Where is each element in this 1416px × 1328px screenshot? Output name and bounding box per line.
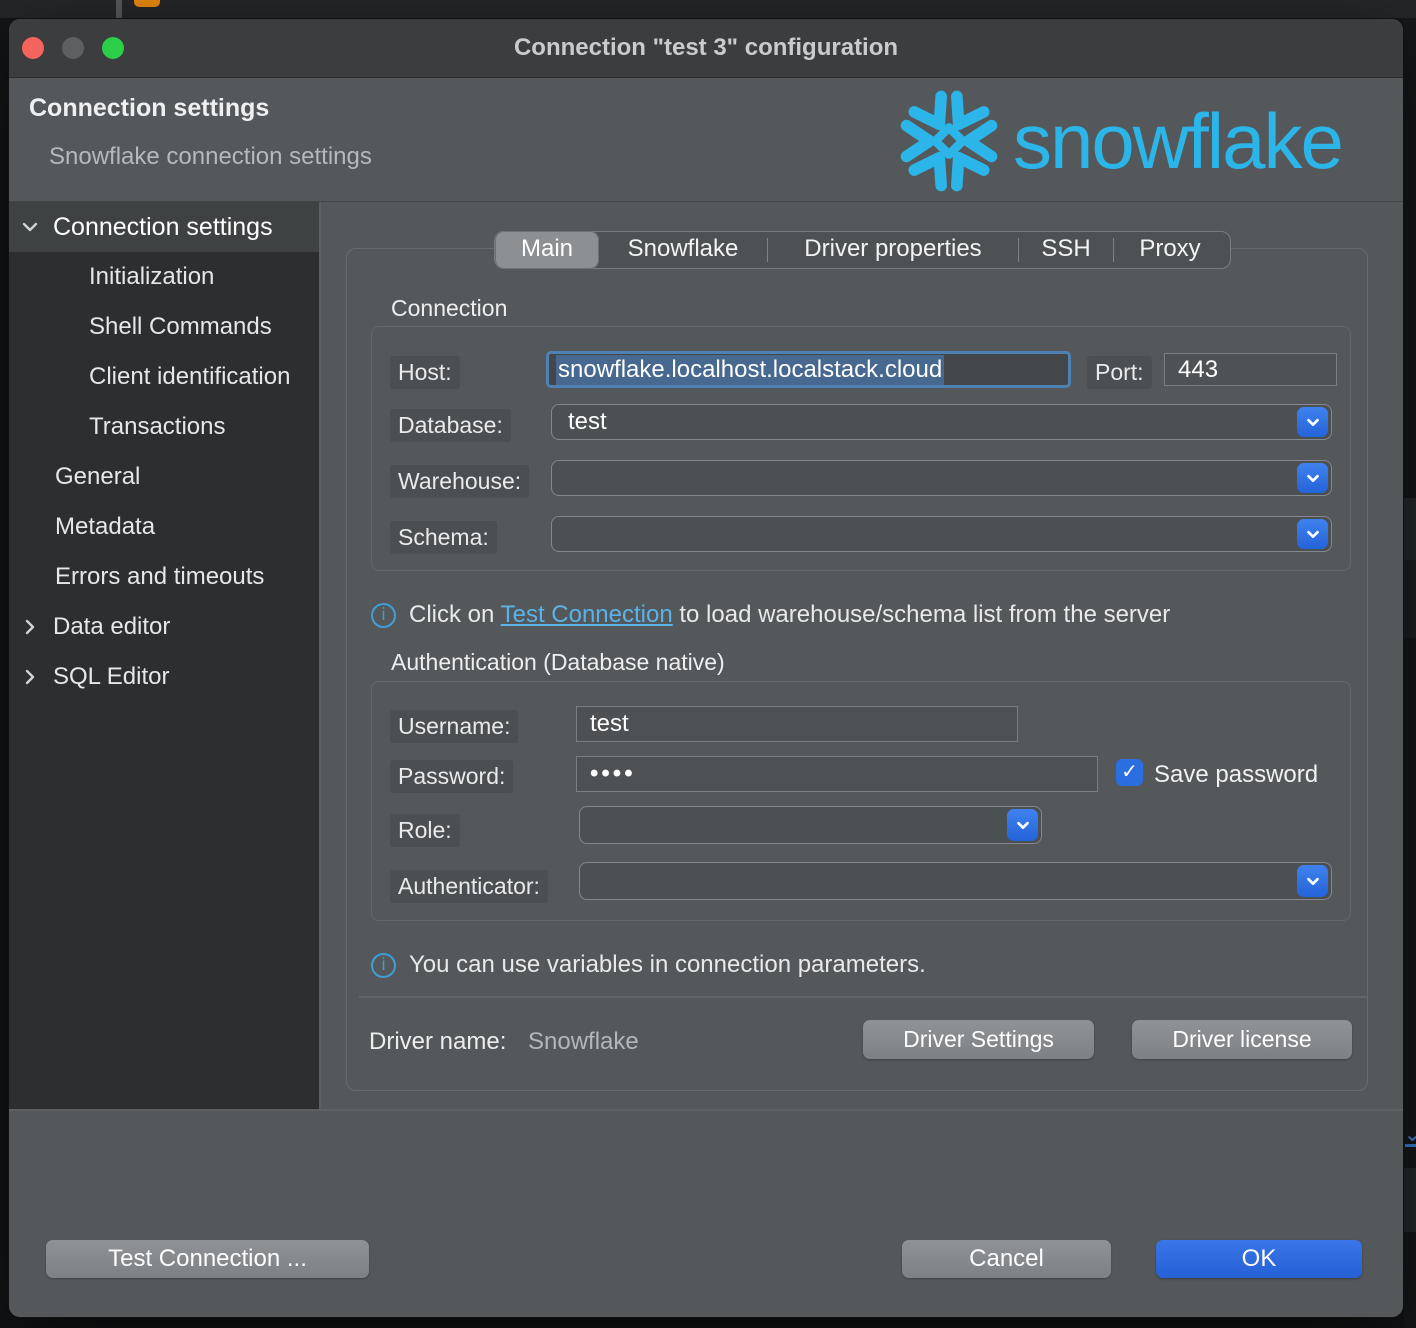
background-app-icon — [134, 0, 160, 7]
sidebar-item-label: Client identification — [89, 363, 290, 391]
schema-label: Schema: — [390, 521, 497, 554]
variables-hint: You can use variables in connection para… — [409, 951, 926, 979]
background-divider — [116, 0, 122, 18]
sidebar-item-label: Shell Commands — [89, 313, 272, 341]
snowflake-logo-icon — [891, 83, 1007, 199]
host-value: snowflake.localhost.localstack.cloud — [556, 355, 944, 385]
tab-main[interactable]: Main — [495, 231, 599, 269]
chevron-down-icon[interactable] — [1297, 519, 1328, 549]
sidebar-item-general[interactable]: General — [9, 452, 319, 502]
background-top-strip — [0, 0, 1416, 18]
warehouse-label: Warehouse: — [390, 465, 529, 498]
authenticator-label: Authenticator: — [390, 870, 548, 903]
tab-ssh[interactable]: SSH — [1019, 231, 1113, 269]
sidebar-item-label: Errors and timeouts — [55, 563, 264, 591]
sidebar-item-errors-and-timeouts[interactable]: Errors and timeouts — [9, 552, 319, 602]
role-label: Role: — [390, 814, 460, 847]
dialog-title: Connection "test 3" configuration — [9, 19, 1403, 77]
driver-name-label: Driver name: — [369, 1028, 506, 1056]
sidebar-item-metadata[interactable]: Metadata — [9, 502, 319, 552]
hint-suffix: to load warehouse/schema list from the s… — [673, 601, 1171, 628]
info-icon: i — [371, 603, 396, 628]
save-password-checkbox[interactable]: ✓ — [1116, 759, 1143, 786]
driver-license-button[interactable]: Driver license — [1132, 1020, 1352, 1059]
authentication-group-label: Authentication (Database native) — [391, 649, 725, 676]
driver-section-divider — [359, 996, 1367, 998]
chevron-down-icon[interactable] — [1007, 809, 1038, 841]
sidebar-item-connection-settings[interactable]: Connection settings — [9, 202, 319, 252]
chevron-down-icon[interactable] — [19, 216, 41, 238]
database-label: Database: — [390, 409, 511, 442]
cancel-button[interactable]: Cancel — [902, 1240, 1111, 1278]
database-combobox[interactable]: test — [551, 404, 1332, 440]
background-panel — [1404, 560, 1416, 638]
tab-bar: Main Snowflake Driver properties SSH Pro… — [494, 231, 1231, 269]
info-icon: i — [371, 953, 396, 978]
tab-driver-properties[interactable]: Driver properties — [768, 231, 1018, 269]
chevron-right-icon[interactable] — [19, 666, 41, 688]
database-value: test — [568, 408, 607, 436]
driver-name-value: Snowflake — [528, 1028, 639, 1056]
sidebar-item-initialization[interactable]: Initialization — [9, 252, 319, 302]
host-label: Host: — [390, 356, 460, 389]
port-input[interactable]: 443 — [1164, 353, 1337, 386]
sidebar-item-label: Connection settings — [53, 213, 273, 242]
role-combobox[interactable] — [579, 806, 1042, 844]
settings-tree: Connection settings Initialization Shell… — [9, 202, 319, 1109]
username-input[interactable]: test — [576, 706, 1018, 742]
background-right-strip: ⌄ — [1404, 18, 1416, 1328]
sidebar-item-label: SQL Editor — [53, 663, 170, 691]
test-connection-hint: Click on Test Connection to load warehou… — [409, 601, 1170, 629]
sidebar-item-transactions[interactable]: Transactions — [9, 402, 319, 452]
sidebar-item-shell-commands[interactable]: Shell Commands — [9, 302, 319, 352]
tab-proxy[interactable]: Proxy — [1114, 231, 1226, 269]
sidebar-item-data-editor[interactable]: Data editor — [9, 602, 319, 652]
dialog-titlebar[interactable]: Connection "test 3" configuration — [9, 19, 1403, 78]
sidebar-item-label: Transactions — [89, 413, 226, 441]
chevron-down-icon[interactable] — [1297, 463, 1328, 493]
page-title: Connection settings — [29, 94, 269, 123]
tab-snowflake[interactable]: Snowflake — [599, 231, 767, 269]
chevron-down-icon[interactable] — [1297, 407, 1328, 437]
driver-settings-button[interactable]: Driver Settings — [863, 1020, 1094, 1059]
snowflake-wordmark: snowflake — [1013, 83, 1342, 199]
chevron-right-icon[interactable] — [19, 616, 41, 638]
test-connection-button[interactable]: Test Connection ... — [46, 1240, 369, 1278]
host-input[interactable]: snowflake.localhost.localstack.cloud — [546, 351, 1071, 388]
check-icon: ✓ — [1121, 761, 1138, 783]
background-panel — [1404, 498, 1416, 560]
authenticator-combobox[interactable] — [579, 862, 1332, 900]
sidebar-item-sql-editor[interactable]: SQL Editor — [9, 652, 319, 702]
chevron-down-icon[interactable] — [1297, 865, 1328, 897]
footer-divider — [9, 1109, 1404, 1111]
sidebar-item-label: Data editor — [53, 613, 170, 641]
connection-configuration-dialog: Connection "test 3" configuration Connec… — [8, 18, 1404, 1318]
username-label: Username: — [390, 710, 518, 743]
password-label: Password: — [390, 760, 513, 793]
port-label: Port: — [1087, 356, 1152, 389]
sidebar-item-client-identification[interactable]: Client identification — [9, 352, 319, 402]
sidebar-divider — [319, 202, 321, 1109]
collapse-chevron-icon: ⌄ — [1404, 1126, 1416, 1160]
sidebar-item-label: General — [55, 463, 140, 491]
ok-button[interactable]: OK — [1156, 1240, 1362, 1278]
warehouse-combobox[interactable] — [551, 460, 1332, 496]
background-panel — [1404, 1168, 1416, 1232]
password-input[interactable]: •••• — [576, 756, 1098, 792]
sidebar-item-label: Metadata — [55, 513, 155, 541]
sidebar-item-label: Initialization — [89, 263, 214, 291]
connection-group-label: Connection — [391, 295, 507, 322]
schema-combobox[interactable] — [551, 516, 1332, 552]
snowflake-logo: snowflake — [891, 81, 1342, 201]
save-password-label: Save password — [1154, 761, 1318, 789]
hint-prefix: Click on — [409, 601, 501, 628]
page-subtitle: Snowflake connection settings — [49, 143, 372, 171]
test-connection-link[interactable]: Test Connection — [501, 601, 673, 628]
